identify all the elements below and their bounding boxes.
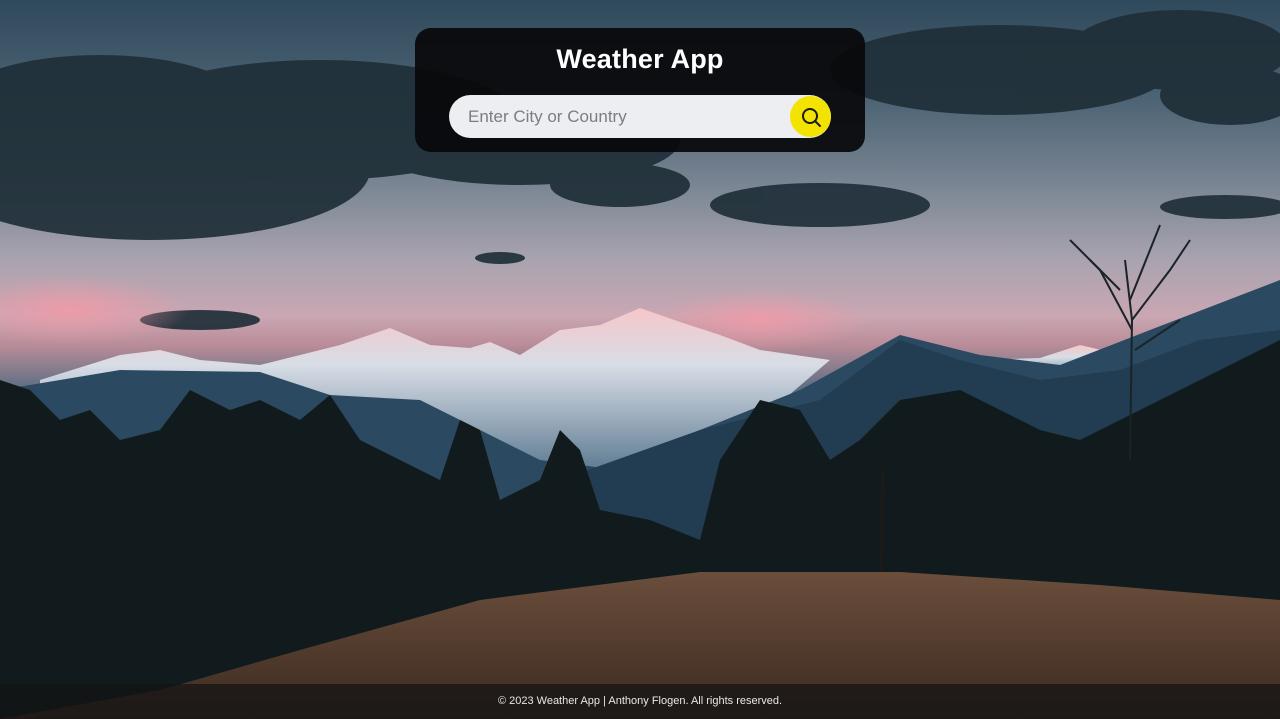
search-card: Weather App (415, 28, 865, 152)
search-icon (801, 107, 821, 127)
search-button[interactable] (790, 96, 831, 137)
search-bar (449, 95, 831, 138)
app-title: Weather App (556, 44, 724, 74)
copyright-text: © 2023 Weather App | Anthony Flogen. All… (497, 695, 783, 707)
footer: © 2023 Weather App | Anthony Flogen. All… (0, 684, 1280, 719)
app-root: Weather App © 2023 Weather App | Anthony… (0, 0, 1280, 719)
search-input[interactable] (449, 95, 779, 138)
